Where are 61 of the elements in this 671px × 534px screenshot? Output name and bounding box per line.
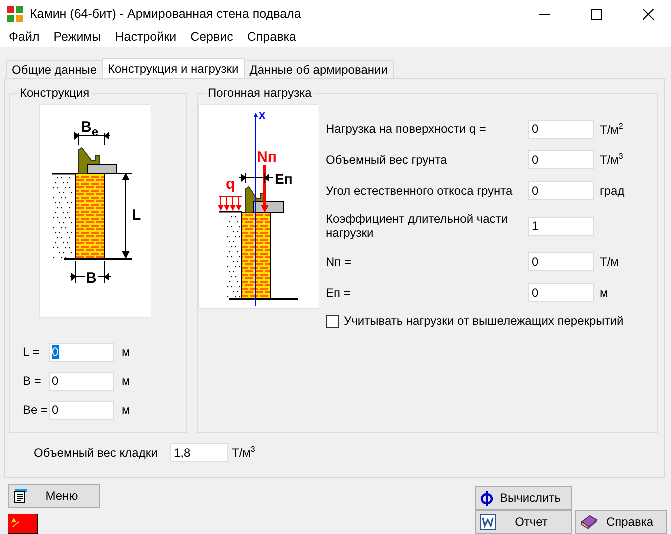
input-field[interactable]: 0 bbox=[528, 283, 594, 302]
dimension-label: L bbox=[132, 207, 142, 224]
input-field[interactable]: 0 bbox=[49, 342, 114, 362]
input-field[interactable]: 0 bbox=[49, 400, 114, 420]
phi-icon bbox=[480, 490, 494, 506]
maximize-icon bbox=[590, 8, 602, 20]
eccentricity-label: Eп bbox=[275, 171, 293, 187]
load-label: q bbox=[226, 176, 236, 193]
app-icon bbox=[6, 5, 24, 23]
unit-label: м bbox=[122, 403, 130, 417]
field-label: Угол естественного откоса грунта bbox=[326, 184, 514, 198]
group-title: Погонная нагрузка bbox=[207, 86, 313, 100]
dimension-drawing bbox=[238, 172, 274, 184]
field-label: Be = bbox=[23, 403, 49, 417]
input-field[interactable]: 0 bbox=[528, 150, 594, 169]
calculate-button[interactable]: Вычислить bbox=[475, 486, 572, 510]
document-icon bbox=[13, 488, 29, 504]
help-button[interactable]: Справка bbox=[575, 510, 667, 534]
input-field[interactable]: 0 bbox=[528, 120, 594, 138]
input-field[interactable]: 1,8 bbox=[170, 443, 228, 462]
field-label: Коэффициент длительной части нагрузки bbox=[326, 212, 510, 240]
field-label: Объемный вес грунта bbox=[326, 152, 448, 166]
load-arrows bbox=[218, 196, 242, 212]
close-icon bbox=[642, 8, 654, 20]
tab[interactable]: Общие данные bbox=[6, 60, 104, 78]
tab[interactable]: Конструкция и нагрузки bbox=[102, 58, 245, 78]
field-label: Нагрузка на поверхности q = bbox=[326, 122, 488, 136]
input-field[interactable]: 0 bbox=[528, 181, 594, 200]
word-document-icon bbox=[480, 514, 496, 530]
field-label: Nп = bbox=[326, 254, 353, 268]
book-icon bbox=[580, 514, 598, 530]
menu-button[interactable]: Меню bbox=[8, 484, 100, 508]
group-title: Конструкция bbox=[19, 86, 91, 100]
field-label: L = bbox=[23, 345, 41, 359]
report-button[interactable]: Отчет bbox=[475, 510, 572, 534]
menu-item[interactable]: Файл bbox=[2, 28, 47, 47]
unit-label: град bbox=[600, 184, 625, 198]
menu-item[interactable]: Справка bbox=[240, 28, 304, 47]
field-label: Еп = bbox=[326, 286, 352, 300]
input-field[interactable]: 0 bbox=[49, 372, 114, 390]
field-label: Объемный вес кладки bbox=[34, 446, 159, 460]
force-arrow bbox=[261, 165, 269, 213]
force-label: Nп bbox=[257, 149, 277, 166]
unit-label: Т/м bbox=[600, 254, 619, 268]
unit-label: Т/м$^{2}$ bbox=[600, 122, 624, 136]
dimension-label: B bbox=[86, 270, 97, 287]
menu-item[interactable]: Настройки bbox=[108, 28, 184, 47]
field-label: B = bbox=[23, 374, 42, 388]
axis-label: x bbox=[259, 108, 266, 122]
unit-label: м bbox=[600, 286, 608, 300]
unit-label: м bbox=[122, 374, 130, 388]
tab[interactable]: Данные об армировании bbox=[244, 60, 394, 78]
unit-label: Т/м$^{3}$ bbox=[600, 152, 624, 167]
input-field[interactable]: 0 bbox=[528, 252, 594, 271]
menu-item[interactable]: Режимы bbox=[46, 28, 108, 47]
unit-label: м bbox=[122, 345, 130, 359]
window-title: Камин (64-бит) - Армированная стена подвала bbox=[30, 7, 302, 21]
input-field[interactable]: 1 bbox=[528, 216, 594, 236]
menu-item[interactable]: Сервис bbox=[184, 28, 240, 47]
unit-label: Т/м$^{3}$ bbox=[232, 445, 256, 460]
flag-icon bbox=[8, 514, 38, 534]
